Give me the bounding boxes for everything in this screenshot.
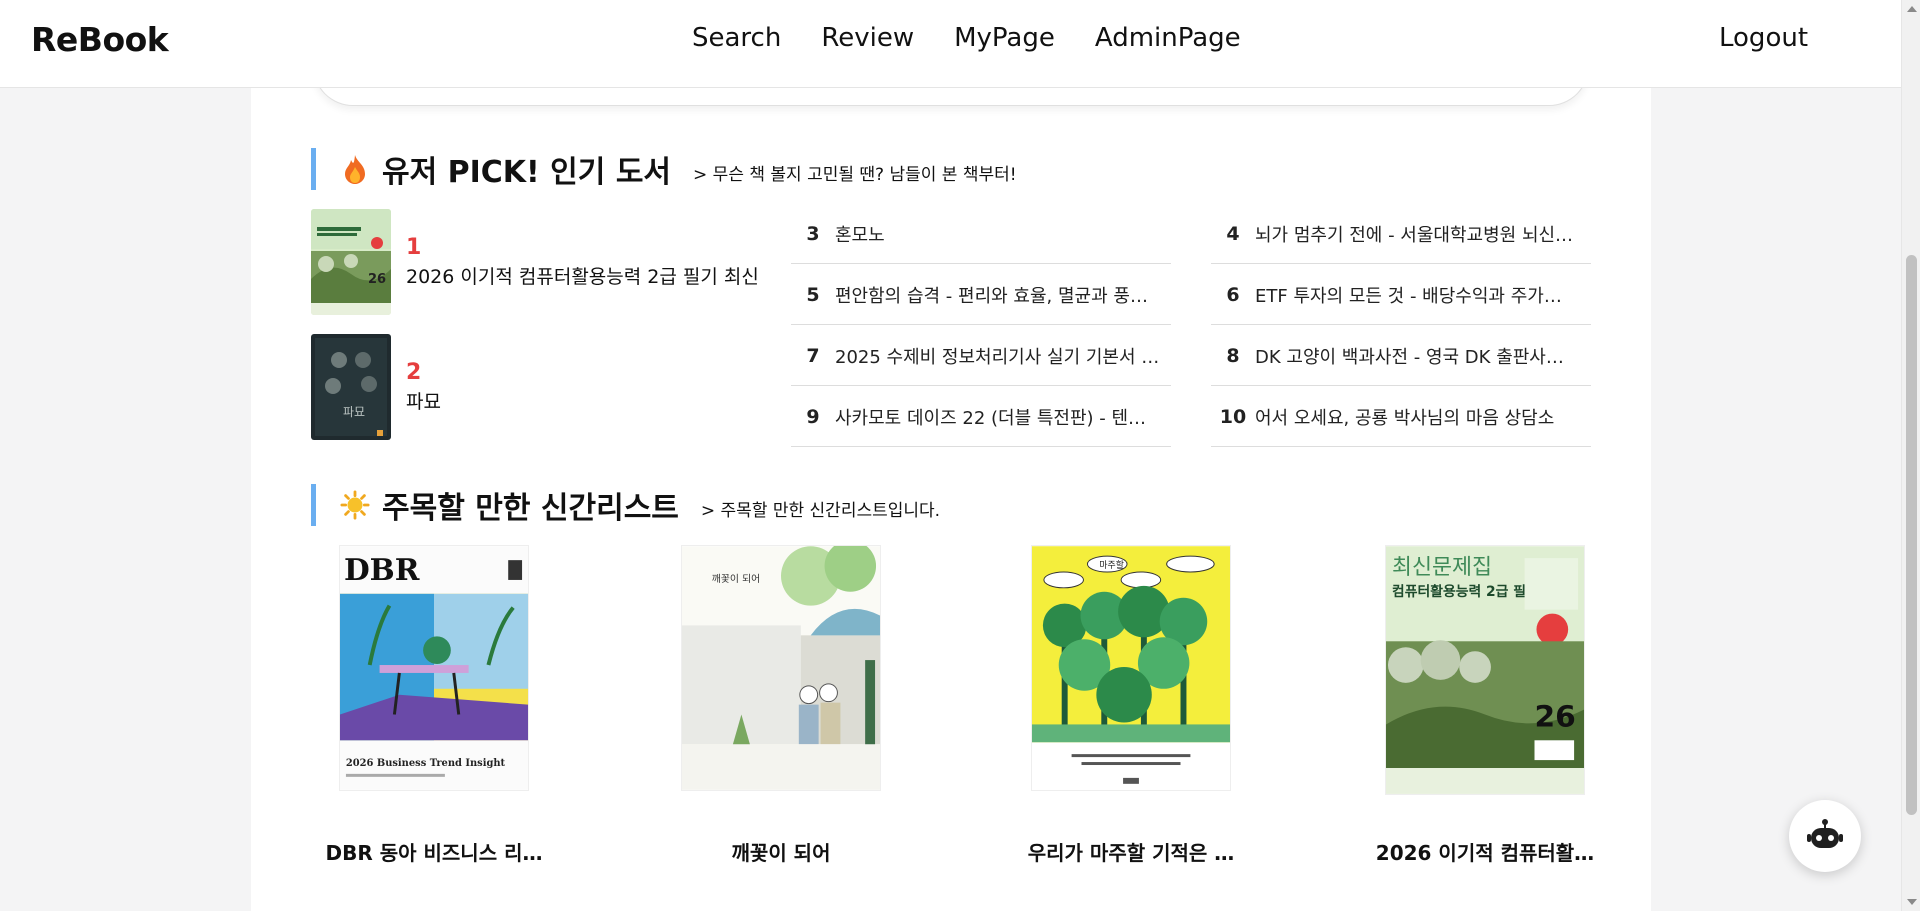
- book-cover[interactable]: 깨꽃이 되어: [681, 540, 881, 791]
- top-book-1[interactable]: 26 1 2026 이기적 컴퓨터활용능력 2급 필기 최신: [311, 209, 762, 315]
- rank-number: 5: [806, 283, 820, 306]
- nav-search[interactable]: Search: [692, 23, 781, 53]
- nav-adminpage[interactable]: AdminPage: [1095, 23, 1241, 53]
- rank-number: 1: [406, 235, 422, 260]
- svg-text:2026 Business Trend Insight: 2026 Business Trend Insight: [346, 758, 506, 769]
- sun-icon: [340, 490, 370, 520]
- section-title: 주목할 만한 신간리스트: [382, 491, 679, 526]
- svg-text:깨꽃이 되어: 깨꽃이 되어: [712, 573, 761, 585]
- book-title[interactable]: 편안함의 습격 - 편리와 효율, 멸균과 풍…: [835, 282, 1165, 308]
- top-book-2[interactable]: 파묘 2 파묘: [311, 334, 762, 440]
- robot-icon: [1807, 819, 1843, 848]
- book-title[interactable]: DBR 동아 비즈니스 리…: [314, 837, 554, 866]
- rank-number: 7: [806, 344, 820, 367]
- scroll-thumb[interactable]: [1906, 255, 1917, 815]
- rank-number: 2: [406, 360, 422, 385]
- book-title[interactable]: 2025 수제비 정보처리기사 실기 기본서 …: [835, 343, 1165, 369]
- rank-item-9[interactable]: 9 사카모토 데이즈 22 (더블 특전판) - 텐…: [791, 387, 1171, 447]
- svg-text:26: 26: [368, 272, 386, 287]
- new-book-card[interactable]: 마주할 우리가 마주할 기적은 …: [1011, 545, 1251, 865]
- new-book-card[interactable]: DBR 2026 Business Trend Insight DBR 동아 비…: [314, 545, 554, 865]
- book-title[interactable]: 파묘: [406, 387, 762, 414]
- rank-number: 4: [1226, 222, 1240, 245]
- rank-item-5[interactable]: 5 편안함의 습격 - 편리와 효율, 멸균과 풍…: [791, 265, 1171, 325]
- book-cover[interactable]: 파묘: [311, 334, 391, 440]
- section-subtitle: > 무슨 책 볼지 고민될 땐? 남들이 본 책부터!: [693, 164, 1017, 185]
- section-accent-bar: [311, 148, 316, 190]
- popular-section-header: 유저 PICK! 인기 도서 > 무슨 책 볼지 고민될 땐? 남들이 본 책부…: [311, 147, 1017, 191]
- svg-text:마주할: 마주할: [1099, 560, 1124, 571]
- book-title[interactable]: 어서 오세요, 공룡 박사님의 마음 상담소: [1255, 404, 1585, 430]
- svg-text:최신문제집: 최신문제집: [1392, 555, 1492, 580]
- book-title[interactable]: DK 고양이 백과사전 - 영국 DK 출판사…: [1255, 343, 1585, 369]
- book-title[interactable]: 사카모토 데이즈 22 (더블 특전판) - 텐…: [835, 404, 1165, 430]
- book-title[interactable]: 우리가 마주할 기적은 …: [1011, 837, 1251, 866]
- page-scrollbar[interactable]: [1901, 0, 1920, 911]
- logo[interactable]: ReBook: [31, 20, 169, 59]
- rank-number: 9: [806, 405, 820, 428]
- rank-item-8[interactable]: 8 DK 고양이 백과사전 - 영국 DK 출판사…: [1211, 326, 1591, 386]
- svg-text:파묘: 파묘: [343, 405, 365, 419]
- section-accent-bar: [311, 484, 316, 526]
- newbooks-section-header: 주목할 만한 신간리스트 > 주목할 만한 신간리스트입니다.: [311, 483, 940, 527]
- nav-review[interactable]: Review: [821, 23, 914, 53]
- fire-icon: [345, 155, 365, 184]
- new-book-card[interactable]: 최신문제집 컴퓨터활용능력 2급 필기 26 2026 이기적 컴퓨터활…: [1365, 545, 1605, 865]
- rank-number: 8: [1226, 344, 1240, 367]
- svg-text:DBR: DBR: [344, 552, 420, 587]
- rank-item-7[interactable]: 7 2025 수제비 정보처리기사 실기 기본서 …: [791, 326, 1171, 386]
- new-book-card[interactable]: 깨꽃이 되어 깨꽃이 되어: [661, 540, 901, 865]
- rank-number: 3: [806, 222, 820, 245]
- rank-item-4[interactable]: 4 뇌가 멈추기 전에 - 서울대학교병원 뇌신…: [1211, 204, 1591, 264]
- book-cover[interactable]: 26: [311, 209, 391, 315]
- book-title[interactable]: 2026 이기적 컴퓨터활용능력 2급 필기 최신: [406, 262, 762, 289]
- rank-item-10[interactable]: 10 어서 오세요, 공룡 박사님의 마음 상담소: [1211, 387, 1591, 447]
- rank-number: 6: [1226, 283, 1240, 306]
- book-cover[interactable]: 최신문제집 컴퓨터활용능력 2급 필기 26: [1385, 545, 1585, 795]
- svg-text:26: 26: [1535, 699, 1576, 734]
- chatbot-button[interactable]: [1789, 800, 1861, 872]
- svg-text:컴퓨터활용능력 2급 필기: 컴퓨터활용능력 2급 필기: [1392, 583, 1539, 600]
- book-title[interactable]: 2026 이기적 컴퓨터활…: [1365, 837, 1605, 866]
- book-title[interactable]: 혼모노: [835, 221, 1165, 247]
- scroll-up-icon[interactable]: [1907, 6, 1917, 12]
- rank-item-6[interactable]: 6 ETF 투자의 모든 것 - 배당수익과 주가…: [1211, 265, 1591, 325]
- main-nav: Search Review MyPage AdminPage: [692, 23, 1241, 53]
- book-title[interactable]: ETF 투자의 모든 것 - 배당수익과 주가…: [1255, 282, 1585, 308]
- top-header: ReBook Search Review MyPage AdminPage Lo…: [0, 0, 1901, 88]
- logout-button[interactable]: Logout: [1719, 23, 1808, 53]
- book-cover[interactable]: DBR 2026 Business Trend Insight: [339, 545, 529, 791]
- book-title[interactable]: 깨꽃이 되어: [661, 837, 901, 866]
- rank-number: 10: [1219, 405, 1247, 428]
- section-title: 유저 PICK! 인기 도서: [382, 155, 672, 190]
- nav-mypage[interactable]: MyPage: [954, 23, 1055, 53]
- section-subtitle: > 주목할 만한 신간리스트입니다.: [700, 500, 941, 521]
- rank-item-3[interactable]: 3 혼모노: [791, 204, 1171, 264]
- book-title[interactable]: 뇌가 멈추기 전에 - 서울대학교병원 뇌신…: [1255, 221, 1585, 247]
- scroll-down-icon[interactable]: [1907, 899, 1917, 905]
- book-cover[interactable]: 마주할: [1031, 545, 1231, 791]
